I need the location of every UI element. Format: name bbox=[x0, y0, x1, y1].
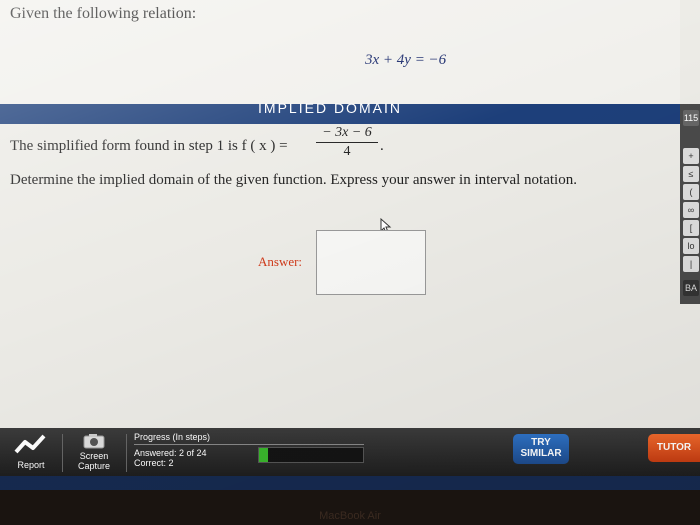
answered-count: Answered: 2 of 24 bbox=[134, 448, 207, 458]
side-tool-7[interactable]: lo bbox=[683, 238, 699, 254]
side-tool-4[interactable]: ( bbox=[683, 184, 699, 200]
correct-count: Correct: 2 bbox=[134, 458, 174, 468]
question-title: Given the following relation: bbox=[10, 5, 197, 22]
tutor-button[interactable]: TUTOR bbox=[648, 434, 700, 462]
relation-equation: 3x + 4y = −6 bbox=[365, 52, 447, 68]
try-similar-button[interactable]: TRY SIMILAR bbox=[513, 434, 569, 464]
report-chart-icon bbox=[14, 434, 46, 454]
toolbar-separator bbox=[126, 434, 127, 472]
answer-label: Answer: bbox=[258, 254, 303, 269]
side-tool-1[interactable]: 115 bbox=[683, 110, 699, 126]
function-fraction: − 3x − 6 4 bbox=[316, 125, 378, 160]
fraction-numerator: − 3x − 6 bbox=[322, 125, 372, 140]
side-tool-strip: 115 + ≤ ( ∞ [ lo | BA bbox=[680, 104, 700, 304]
screen: Given the following relation: 3x + 4y = … bbox=[0, 0, 700, 490]
progress-title: Progress (In steps) bbox=[134, 432, 211, 442]
question-pane: Given the following relation: 3x + 4y = … bbox=[0, 0, 680, 105]
progress-bar bbox=[258, 447, 364, 463]
step-period: . bbox=[380, 138, 384, 154]
side-tool-9[interactable]: BA bbox=[683, 280, 699, 296]
toolbar-base bbox=[0, 476, 700, 490]
progress-bar-fill bbox=[259, 448, 268, 462]
side-tool-8[interactable]: | bbox=[683, 256, 699, 272]
side-tool-6[interactable]: [ bbox=[683, 220, 699, 236]
step-text: The simplified form found in step 1 is f… bbox=[10, 138, 288, 154]
side-tool-3[interactable]: ≤ bbox=[683, 166, 699, 182]
laptop-brand-label: MacBook Air bbox=[319, 510, 381, 522]
camera-icon bbox=[83, 434, 105, 449]
screen-capture-button[interactable]: Screen Capture bbox=[66, 433, 122, 471]
fraction-bar bbox=[316, 142, 378, 143]
side-tool-5[interactable]: ∞ bbox=[683, 202, 699, 218]
instruction-text: Determine the implied domain of the give… bbox=[10, 172, 577, 188]
side-tool-2[interactable]: + bbox=[683, 148, 699, 164]
report-button[interactable]: Report bbox=[6, 432, 56, 470]
fraction-denominator: 4 bbox=[343, 144, 351, 159]
toolbar-separator bbox=[62, 434, 63, 472]
screen-capture-label: Screen Capture bbox=[77, 451, 111, 471]
progress-divider bbox=[134, 444, 364, 445]
section-title: IMPLIED DOMAIN bbox=[258, 100, 402, 116]
report-label: Report bbox=[17, 460, 45, 470]
answer-input[interactable] bbox=[316, 230, 426, 295]
